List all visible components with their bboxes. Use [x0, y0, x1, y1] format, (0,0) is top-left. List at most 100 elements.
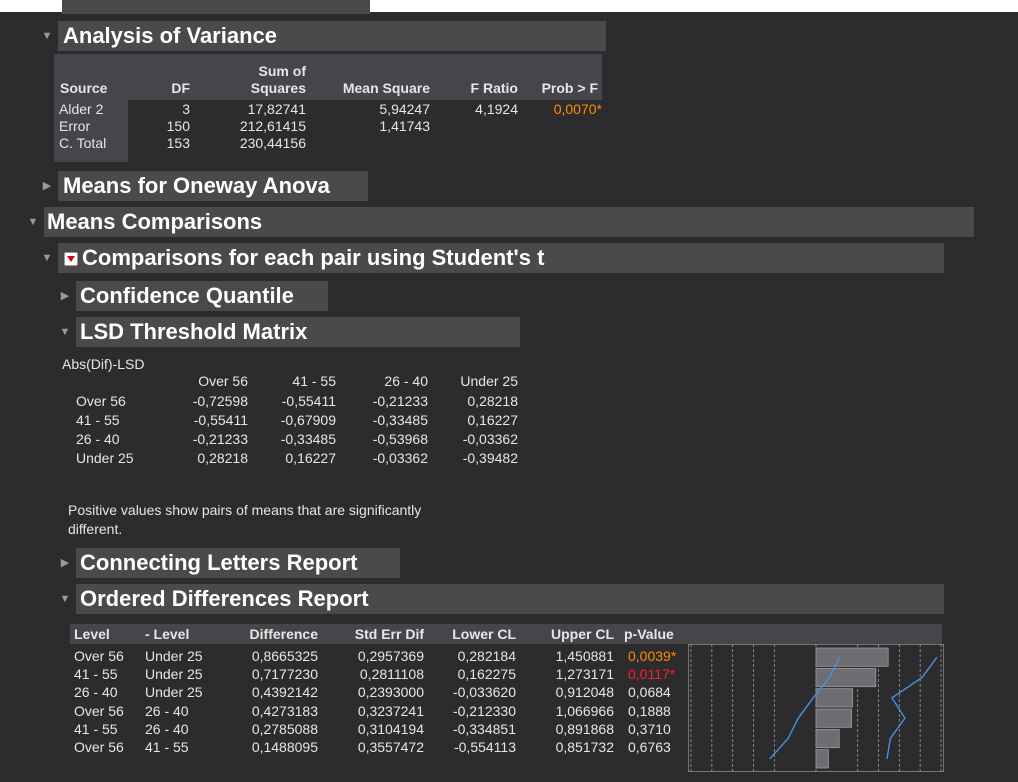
ordered-cell-level: 41 - 55 [74, 666, 118, 682]
ordered-cell-level: Over 56 [74, 648, 124, 664]
ordered-cell-upper-cl: 0,891868 [555, 721, 614, 737]
ordered-cell-minus-level: Under 25 [145, 648, 203, 664]
lsd-cell: -0,21233 [372, 393, 428, 409]
means-comparisons-outline-title[interactable]: Means Comparisons [44, 207, 974, 237]
connecting-letters-outline-title[interactable]: Connecting Letters Report [76, 548, 400, 578]
ordered-header-upper-cl: Upper CL [551, 626, 614, 642]
lsd-cell: -0,53968 [372, 431, 428, 447]
ordered-cell-std-err: 0,2393000 [357, 684, 424, 700]
ordered-cell-lower-cl: 0,282184 [457, 648, 516, 664]
lsd-cell: 0,16227 [285, 450, 336, 466]
anova-cell-p: 0,0070* [553, 101, 602, 117]
anova-header-p: Prob > F [541, 80, 598, 96]
anova-cell-f: 4,1924 [475, 101, 518, 117]
ordered-cell-upper-cl: 1,450881 [555, 648, 614, 664]
ordered-cell-upper-cl: 1,273171 [555, 666, 614, 682]
anova-cell-source: Alder 2 [59, 101, 104, 117]
anova-cell-ss: 212,61415 [239, 118, 306, 134]
anova-cell-df: 3 [182, 101, 190, 117]
ordered-differences-outline-title[interactable]: Ordered Differences Report [76, 584, 944, 614]
disclosure-triangle-open-icon[interactable]: ▼ [40, 21, 54, 51]
lsd-cell: -0,03362 [462, 431, 518, 447]
ordered-cell-upper-cl: 0,912048 [555, 684, 614, 700]
ordered-cell-level: Over 56 [74, 703, 124, 719]
ordered-cell-lower-cl: 0,162275 [457, 666, 516, 682]
anova-cell-ss: 230,44156 [239, 135, 306, 151]
difference-bar [815, 728, 840, 749]
ordered-cell-difference: 0,1488095 [251, 739, 318, 755]
anova-cell-ms: 5,94247 [379, 101, 430, 117]
lsd-cell: 0,28218 [467, 393, 518, 409]
ordered-header-level: Level [74, 626, 110, 642]
anova-outline-title[interactable]: Analysis of Variance [58, 21, 606, 51]
ordered-header-minus-level: - Level [145, 626, 190, 642]
ordered-cell-difference: 0,2785088 [251, 721, 318, 737]
anova-header-ss: Squares [250, 80, 306, 96]
lsd-cell: -0,39482 [462, 450, 518, 466]
lsd-caption: Abs(Dif)-LSD [62, 356, 145, 372]
lsd-col-header: 41 - 55 [292, 373, 336, 389]
ordered-cell-lower-cl: -0,554113 [453, 739, 516, 755]
ordered-cell-lower-cl: -0,212330 [452, 703, 516, 719]
ordered-cell-std-err: 0,2811108 [359, 666, 424, 682]
difference-bar [815, 749, 829, 769]
lsd-col-header: Over 56 [198, 373, 248, 389]
ordered-cell-p-value: 0,0039* [628, 648, 677, 664]
difference-bar [815, 647, 889, 667]
disclosure-triangle-open-icon[interactable]: ▼ [40, 243, 54, 273]
ordered-cell-p-value: 0,1888 [628, 703, 671, 719]
ordered-cell-std-err: 0,3557472 [357, 739, 424, 755]
ordered-cell-level: 26 - 40 [74, 684, 118, 700]
ordered-cell-p-value: 0,0684 [628, 684, 671, 700]
lsd-cell: -0,33485 [280, 431, 336, 447]
disclosure-triangle-closed-icon[interactable]: ▶ [40, 171, 54, 201]
comparisons-outline-title[interactable]: Comparisons for each pair using Student'… [58, 243, 944, 273]
disclosure-triangle-open-icon[interactable]: ▼ [58, 584, 72, 614]
anova-cell-df: 150 [166, 118, 190, 134]
ordered-cell-difference: 0,7177230 [251, 666, 318, 682]
disclosure-triangle-closed-icon[interactable]: ▶ [58, 548, 72, 578]
anova-header-ss-top: Sum of [258, 63, 306, 79]
anova-header-df: DF [171, 80, 190, 96]
disclosure-triangle-open-icon[interactable]: ▼ [58, 317, 72, 347]
lsd-cell: -0,21233 [192, 431, 248, 447]
ordered-cell-level: Over 56 [74, 739, 124, 755]
means-oneway-outline-title[interactable]: Means for Oneway Anova [58, 171, 368, 201]
anova-cell-df: 153 [166, 135, 190, 151]
lsd-note-line2: different. [68, 521, 123, 537]
ordered-cell-upper-cl: 1,066966 [555, 703, 614, 719]
anova-header-source: Source [60, 80, 108, 96]
ordered-cell-std-err: 0,3104194 [357, 721, 424, 737]
disclosure-triangle-closed-icon[interactable]: ▶ [58, 281, 72, 311]
anova-cell-source: C. Total [59, 135, 107, 151]
confidence-quantile-outline-title[interactable]: Confidence Quantile [76, 281, 328, 311]
ordered-cell-minus-level: Under 25 [145, 684, 203, 700]
comparisons-title-text: Comparisons for each pair using Student'… [82, 245, 545, 270]
lsd-row-label: Over 56 [76, 393, 126, 409]
ordered-cell-upper-cl: 0,851732 [555, 739, 614, 755]
ordered-cell-lower-cl: -0,334851 [452, 721, 516, 737]
lsd-outline-title[interactable]: LSD Threshold Matrix [76, 317, 520, 347]
lsd-cell: -0,03362 [372, 450, 428, 466]
lsd-col-header: 26 - 40 [384, 373, 428, 389]
ordered-cell-difference: 0,4392142 [251, 684, 318, 700]
ordered-cell-lower-cl: -0,033620 [452, 684, 516, 700]
ordered-cell-p-value: 0,0117* [628, 666, 676, 682]
difference-bar [815, 708, 853, 728]
ordered-cell-minus-level: Under 25 [145, 666, 203, 682]
ordered-cell-minus-level: 26 - 40 [145, 703, 189, 719]
lsd-note-line1: Positive values show pairs of means that… [68, 502, 422, 518]
ordered-cell-minus-level: 26 - 40 [145, 721, 189, 737]
lsd-col-header: Under 25 [460, 373, 518, 389]
disclosure-triangle-open-icon[interactable]: ▼ [26, 207, 40, 237]
lsd-cell: -0,55411 [193, 412, 248, 428]
anova-cell-ss: 17,82741 [247, 101, 306, 117]
anova-header-ms: Mean Square [342, 80, 430, 96]
lsd-row-label: 26 - 40 [76, 431, 120, 447]
ordered-header-lower-cl: Lower CL [452, 626, 516, 642]
anova-cell-source: Error [59, 118, 91, 134]
anova-header-f: F Ratio [470, 80, 518, 96]
red-triangle-menu-icon[interactable] [64, 252, 78, 266]
ordered-differences-chart [688, 644, 944, 772]
lsd-cell: -0,33485 [372, 412, 428, 428]
